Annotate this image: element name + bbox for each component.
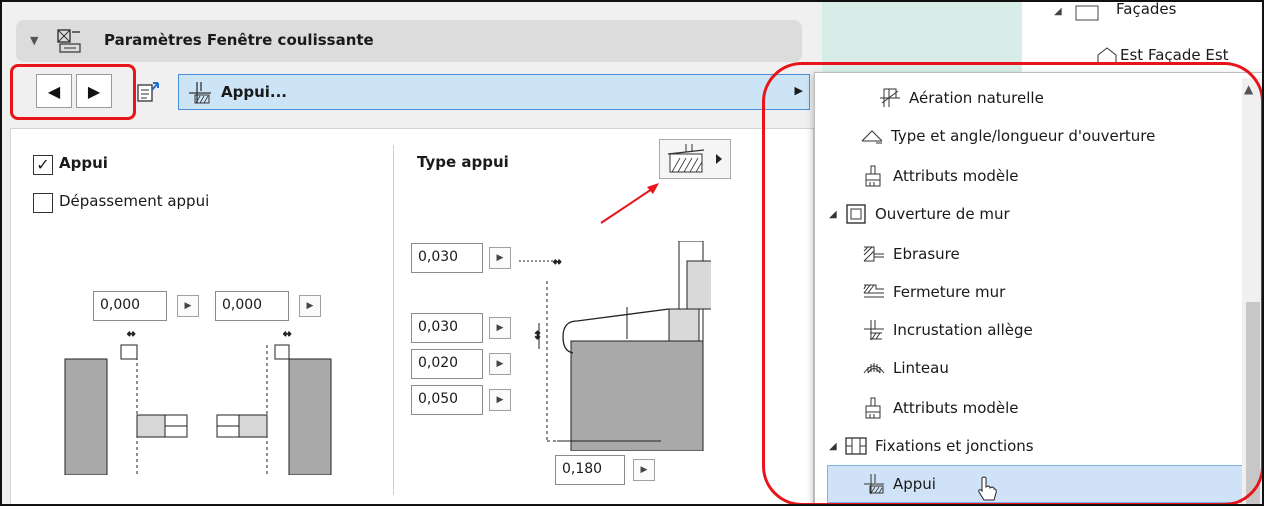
divider <box>393 145 394 495</box>
menu-item-label: Fermeture mur <box>893 283 1006 301</box>
brush-icon <box>861 164 887 188</box>
expand-caret-icon: ◢ <box>829 208 837 220</box>
value-input-2[interactable]: 0,030 <box>411 313 483 343</box>
menu-item-appui[interactable]: Appui <box>861 465 936 503</box>
menu-item-ebrasure[interactable]: Ebrasure <box>861 235 960 273</box>
collapse-icon[interactable]: ▼ <box>30 34 38 47</box>
expand-caret-icon: ◢ <box>829 440 837 452</box>
value-2-stepper[interactable]: ▶ <box>489 317 511 339</box>
svg-text:↔: ↔ <box>553 257 561 268</box>
panel-title: Paramètres Fenêtre coulissante <box>104 31 374 49</box>
window-settings-icon <box>56 28 82 58</box>
svg-text:↔: ↔ <box>127 329 135 340</box>
bottom-value-stepper[interactable]: ▶ <box>633 459 655 481</box>
tree-item-est-facade[interactable]: Est Façade Est <box>1120 46 1229 64</box>
value-1-stepper[interactable]: ▶ <box>489 247 511 269</box>
parapet-inset-icon <box>861 318 887 342</box>
annotation-arrow <box>600 183 659 224</box>
menu-item-label: Appui <box>893 475 936 493</box>
triangle-right-icon: ▶ <box>496 253 504 263</box>
menu-item-label: Linteau <box>893 359 949 377</box>
menu-group-fixations[interactable]: ◢ Fixations et jonctions <box>829 427 1034 465</box>
wall-closure-icon <box>861 280 887 304</box>
menu-item-label: Ebrasure <box>893 245 960 263</box>
svg-text:↕: ↕ <box>533 329 542 342</box>
value-input-4[interactable]: 0,050 <box>411 385 483 415</box>
fixings-icon <box>843 434 869 458</box>
house-icon <box>1097 47 1117 65</box>
left-value-input-b[interactable]: 0,000 <box>215 291 289 321</box>
triangle-right-icon: ▶ <box>87 81 101 101</box>
lintel-icon <box>861 356 887 380</box>
triangle-left-icon: ◀ <box>47 81 61 101</box>
next-page-button[interactable]: ▶ <box>76 74 112 108</box>
menu-item-label: Attributs modèle <box>893 167 1019 185</box>
depassement-label: Dépassement appui <box>59 192 210 210</box>
value-input-1[interactable]: 0,030 <box>411 243 483 273</box>
settings-content: ✓ Appui Dépassement appui Type appui 0,0… <box>10 128 814 504</box>
page-list-icon[interactable] <box>136 80 162 108</box>
triangle-right-icon: ▶ <box>794 84 803 97</box>
triangle-right-icon: ▶ <box>640 465 648 475</box>
triangle-right-icon: ▶ <box>306 301 314 311</box>
sill-section-diagram: ↔ ↕ <box>519 241 711 451</box>
value-input-3[interactable]: 0,020 <box>411 349 483 379</box>
menu-item-attributs-1[interactable]: Attributs modèle <box>861 157 1019 195</box>
hand-cursor-icon <box>978 476 997 501</box>
window-frame: ▼ Paramètres Fenêtre coulissante ◀ ▶ App… <box>0 0 1264 506</box>
appui-checkbox[interactable]: ✓ <box>33 155 53 175</box>
settings-panel: ▼ Paramètres Fenêtre coulissante ◀ ▶ App… <box>2 2 822 504</box>
left-value-input-a[interactable]: 0,000 <box>93 291 167 321</box>
menu-item-label: Fixations et jonctions <box>875 437 1034 455</box>
bottom-value-input[interactable]: 0,180 <box>555 455 625 485</box>
nav-highlight-annotation <box>10 64 136 120</box>
page-menu: Aération naturelle Type et angle/longueu… <box>814 72 1262 504</box>
type-appui-label: Type appui <box>417 153 509 171</box>
menu-item-fermeture[interactable]: Fermeture mur <box>861 273 1005 311</box>
folder-icon <box>1075 5 1099 21</box>
menu-item-label: Type et angle/longueur d'ouverture <box>891 127 1156 145</box>
ventilation-icon <box>877 86 903 110</box>
previous-page-button[interactable]: ◀ <box>36 74 72 108</box>
panel-header[interactable]: ▼ Paramètres Fenêtre coulissante <box>16 20 802 62</box>
menu-item-aeration[interactable]: Aération naturelle <box>877 79 1044 117</box>
svg-text:↔: ↔ <box>283 329 291 340</box>
left-value-a-stepper[interactable]: ▶ <box>177 295 199 317</box>
value-4-stepper[interactable]: ▶ <box>489 389 511 411</box>
menu-item-type-angle[interactable]: Type et angle/longueur d'ouverture <box>859 117 1155 155</box>
selector-label: Appui... <box>221 83 287 101</box>
brush-icon <box>861 396 887 420</box>
tree-item-facades[interactable]: Façades <box>1116 2 1176 18</box>
menu-item-label: Ouverture de mur <box>875 205 1010 223</box>
triangle-right-icon: ▶ <box>496 395 504 405</box>
type-appui-picker[interactable] <box>659 139 731 179</box>
wall-opening-icon <box>843 202 869 226</box>
sill-icon <box>187 81 213 109</box>
menu-item-label: Aération naturelle <box>909 89 1044 107</box>
reveal-icon <box>861 242 887 266</box>
menu-item-attributs-2[interactable]: Attributs modèle <box>861 389 1019 427</box>
menu-item-label: Attributs modèle <box>893 399 1019 417</box>
expand-caret-icon[interactable]: ◢ <box>1054 6 1062 17</box>
depassement-checkbox[interactable] <box>33 193 53 213</box>
menu-item-incrustation[interactable]: Incrustation allège <box>861 311 1033 349</box>
menu-group-ouverture[interactable]: ◢ Ouverture de mur <box>829 195 1010 233</box>
value-3-stepper[interactable]: ▶ <box>489 353 511 375</box>
sill-icon <box>861 472 887 496</box>
menu-item-linteau[interactable]: Linteau <box>861 349 949 387</box>
appui-label: Appui <box>59 154 108 172</box>
scroll-up-icon[interactable]: ▲ <box>1244 82 1253 96</box>
triangle-right-icon: ▶ <box>496 323 504 333</box>
triangle-right-icon: ▶ <box>184 301 192 311</box>
triangle-right-icon: ▶ <box>496 359 504 369</box>
scrollbar-thumb[interactable] <box>1246 302 1260 504</box>
sill-side-diagram: ↔ ↔ <box>64 329 332 475</box>
page-selector-dropdown[interactable]: Appui... ▶ <box>178 74 810 110</box>
opening-angle-icon <box>859 124 885 148</box>
menu-item-label: Incrustation allège <box>893 321 1033 339</box>
left-value-b-stepper[interactable]: ▶ <box>299 295 321 317</box>
